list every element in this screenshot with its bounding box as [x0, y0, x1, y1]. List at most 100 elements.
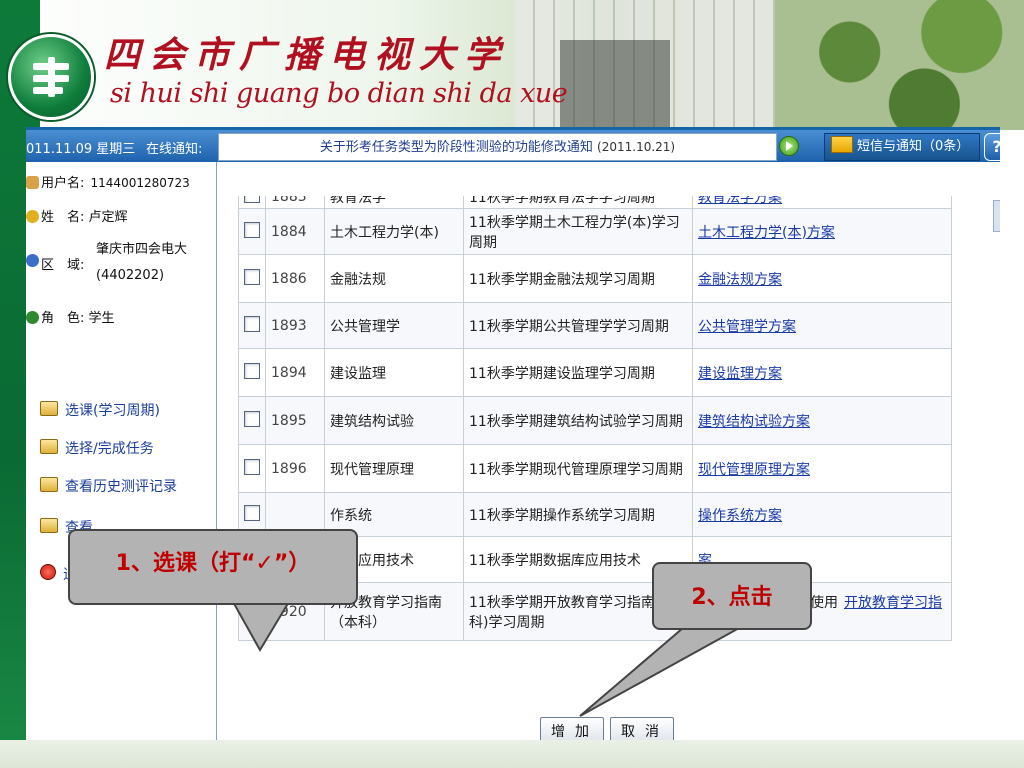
course-id: 1893	[271, 317, 307, 334]
username-value: 1144001280723	[90, 176, 190, 190]
user-card-icon	[26, 176, 39, 189]
course-checkbox[interactable]	[244, 410, 260, 427]
role-row: 角 色: 学生	[26, 307, 115, 326]
plan-cell: 建设监理方案	[692, 348, 952, 397]
course-id: 1886	[271, 270, 307, 287]
plan-link[interactable]: 操作系统方案	[698, 508, 782, 524]
menu-select-course[interactable]: 选课(学习周期)	[40, 400, 160, 420]
person-icon	[26, 210, 39, 223]
go-arrow-icon[interactable]	[779, 136, 799, 156]
plan-link[interactable]: 现代管理原理方案	[698, 462, 810, 478]
plan-link[interactable]: 教育法学方案	[698, 196, 782, 206]
study-period: 11秋季学期数据库应用技术	[469, 552, 641, 569]
study-period-cell: 11秋季学期公共管理学学习周期	[463, 302, 693, 349]
plan-cell: 现代管理原理方案	[692, 444, 952, 493]
checkbox-cell	[238, 208, 266, 255]
study-period-cell: 11秋季学期操作系统学习周期	[463, 492, 693, 537]
course-checkbox[interactable]	[244, 196, 260, 203]
course-id: 1883	[271, 196, 307, 205]
exit-icon	[40, 564, 56, 580]
university-logo-icon	[8, 34, 94, 120]
plan-cell: 建筑结构试验方案	[692, 396, 952, 445]
study-period: 11秋季学期操作系统学习周期	[469, 507, 655, 524]
menu-select-task[interactable]: 选择/完成任务	[40, 438, 154, 458]
course-name-cell: 教育法学	[324, 196, 464, 209]
checkbox-cell	[238, 302, 266, 349]
table-row: 1895 建筑结构试验 11秋季学期建筑结构试验学习周期 建筑结构试验方案	[238, 396, 952, 445]
study-period-cell: 11秋季学期建设监理学习周期	[463, 348, 693, 397]
course-name: 建设监理	[330, 365, 386, 382]
plan-link[interactable]: 公共管理学方案	[698, 319, 796, 335]
globe-icon	[26, 254, 39, 267]
plan-link[interactable]: 建设监理方案	[698, 366, 782, 382]
online-notice-label: 在线通知:	[146, 142, 203, 157]
study-period-cell: 11秋季学期建筑结构试验学习周期	[463, 396, 693, 445]
plan-cell: 土木工程力学(本)方案	[692, 208, 952, 255]
table-row: 1884 土木工程力学(本) 11秋季学期土木工程力学(本)学习周期 土木工程力学(本…	[238, 208, 952, 255]
course-id: 1896	[271, 460, 307, 477]
course-id: 1895	[271, 412, 307, 429]
checkbox-cell	[238, 196, 266, 209]
course-name-cell: 建设监理	[324, 348, 464, 397]
course-name-cell: 土木工程力学(本)	[324, 208, 464, 255]
university-title: 四会市广播电视大学	[104, 34, 510, 76]
course-name: 作系统	[330, 507, 372, 524]
menu-history-records[interactable]: 查看历史测评记录	[40, 476, 177, 496]
plan-cell: 公共管理学方案	[692, 302, 952, 349]
course-checkbox[interactable]	[244, 268, 260, 285]
notice-link[interactable]: 关于形考任务类型为阶段性测验的功能修改通知 (2011.10.21)	[218, 133, 777, 161]
role-icon	[26, 311, 39, 324]
plan-cell: 教育法学方案	[692, 196, 952, 209]
course-checkbox[interactable]	[244, 362, 260, 379]
course-id-cell: 1895	[265, 396, 325, 445]
course-id-cell: 1894	[265, 348, 325, 397]
course-checkbox[interactable]	[244, 315, 260, 332]
plan-link[interactable]: 金融法规方案	[698, 272, 782, 288]
plan-link[interactable]: 建筑结构试验方案	[698, 414, 810, 430]
course-name-cell: 公共管理学	[324, 302, 464, 349]
trees-image	[775, 0, 1024, 130]
region-value: 肇庆市四会电大	[96, 242, 188, 257]
course-selection-screenshot: 011.11.09 星期三 在线通知: 关于形考任务类型为阶段性测验的功能修改通…	[26, 127, 1000, 743]
folder-icon	[40, 401, 58, 416]
name-value: 卢定辉	[88, 210, 128, 225]
sidebar: 用户名: 1144001280723 姓 名: 卢定辉 区 域: 肇庆市四会电大…	[26, 162, 216, 743]
scrollbar[interactable]	[993, 200, 1000, 232]
course-name: 土木工程力学(本)	[330, 224, 439, 241]
slide-footer-band	[0, 740, 1024, 768]
study-period: 11秋季学期建筑结构试验学习周期	[469, 413, 683, 430]
course-id-cell: 1884	[265, 208, 325, 255]
building-window-shade	[560, 40, 670, 130]
course-id: 1920	[271, 603, 307, 620]
table-row: 1883 教育法学 11秋季学期教育法学学习周期 教育法学方案	[238, 196, 952, 209]
sms-notice-label: 短信与通知（0条）	[857, 139, 970, 154]
notice-text: 关于形考任务类型为阶段性测验的功能修改通知	[319, 140, 593, 155]
course-name: 教育法学	[330, 196, 386, 206]
region-code: (4402202)	[96, 268, 165, 283]
checkbox-cell	[238, 396, 266, 445]
study-period: 11秋季学期土木工程力学(本)学习周期	[469, 214, 680, 251]
checkbox-cell	[238, 444, 266, 493]
study-period: 11秋季学期金融法规学习周期	[469, 271, 655, 288]
help-icon[interactable]: ?	[984, 133, 1000, 161]
course-id: 1884	[271, 223, 307, 240]
callout-step-1: 1、选课（打“✓”）	[68, 529, 358, 605]
study-period: 11秋季学期现代管理原理学习周期	[469, 461, 683, 478]
folder-icon	[40, 439, 58, 454]
course-id-cell: 1896	[265, 444, 325, 493]
study-period-cell: 11秋季学期金融法规学习周期	[463, 254, 693, 303]
course-name: 公共管理学	[330, 318, 400, 335]
course-checkbox[interactable]	[244, 504, 260, 521]
course-checkbox[interactable]	[244, 221, 260, 238]
plan-cell: 金融法规方案	[692, 254, 952, 303]
notice-bar: 011.11.09 星期三 在线通知: 关于形考任务类型为阶段性测验的功能修改通…	[26, 130, 1000, 162]
sms-notice-button[interactable]: 短信与通知（0条）	[824, 133, 980, 161]
checkbox-cell	[238, 348, 266, 397]
course-name: 建筑结构试验	[330, 413, 414, 430]
plan-link[interactable]: 土木工程力学(本)方案	[698, 225, 835, 241]
course-name-cell: 金融法规	[324, 254, 464, 303]
course-name-cell: 建筑结构试验	[324, 396, 464, 445]
study-period-cell: 11秋季学期土木工程力学(本)学习周期	[463, 208, 693, 255]
current-date: 011.11.09 星期三	[26, 142, 136, 157]
course-checkbox[interactable]	[244, 458, 260, 475]
